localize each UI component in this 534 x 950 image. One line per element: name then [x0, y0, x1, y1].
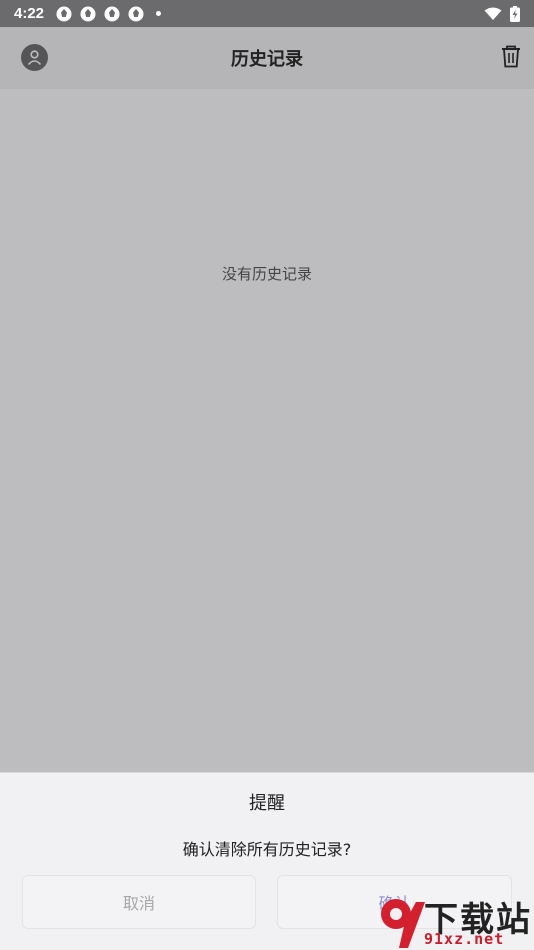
trash-icon[interactable]	[500, 45, 522, 69]
user-avatar-button[interactable]	[21, 44, 48, 71]
aperture-icon	[56, 6, 72, 21]
page-title: 历史记录	[231, 49, 303, 70]
status-time: 4:22	[14, 5, 45, 22]
history-list-area: 没有历史记录	[0, 89, 534, 772]
dialog-message: 确认清除所有历史记录?	[182, 840, 352, 859]
wifi-icon	[484, 7, 502, 20]
app-bar: 历史记录	[0, 27, 534, 89]
notification-icons	[56, 6, 162, 22]
battery-charging-icon	[510, 5, 520, 22]
status-bar: 4:22	[0, 0, 534, 27]
watermark-logo-icon	[381, 899, 425, 948]
more-notifications-dot-icon	[156, 11, 162, 16]
status-right-icons	[484, 5, 520, 22]
aperture-icon	[104, 6, 120, 21]
dialog-title: 提醒	[249, 793, 285, 814]
cancel-button[interactable]: 取消	[22, 875, 256, 929]
empty-history-message: 没有历史记录	[221, 265, 312, 283]
site-watermark: 下载站 91xz.net	[372, 892, 532, 950]
user-avatar-icon	[27, 50, 42, 66]
watermark-domain-text: 91xz.net	[424, 930, 505, 948]
aperture-icon	[80, 6, 96, 21]
aperture-icon	[128, 6, 144, 21]
